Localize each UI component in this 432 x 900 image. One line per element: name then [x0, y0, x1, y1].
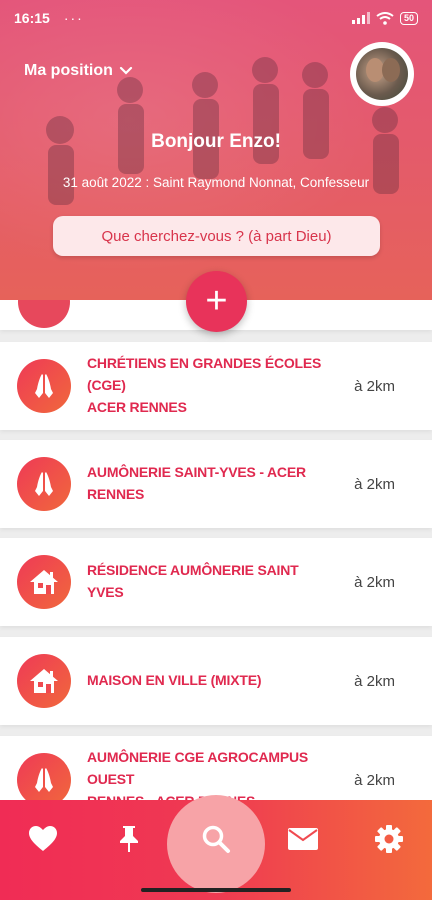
list-item-title: Chrétiens en Grandes Écoles (CGE) ACER R… [87, 353, 322, 418]
pin-icon [120, 826, 138, 852]
list-item-title: Résidence Aumônerie Saint Yves [87, 560, 322, 603]
status-bar: 16:15 ··· 50 [0, 0, 432, 36]
gear-icon [375, 825, 403, 853]
list-item-title-line2: ACER Rennes [87, 398, 187, 415]
header-banner: 16:15 ··· 50 Ma position Bonjour Enzo! 3… [0, 0, 432, 300]
list-item-title-line1: Chrétiens en Grandes Écoles (CGE) [87, 355, 322, 394]
avatar-photo [356, 48, 408, 100]
list-item-title-line1: Aumônerie Saint-Yves - ACER Rennes [87, 464, 306, 502]
results-list[interactable]: Chrétiens en Grandes Écoles (CGE) ACER R… [0, 300, 432, 800]
list-item-title: Aumônerie Saint-Yves - ACER Rennes [87, 462, 322, 505]
search-icon [202, 825, 230, 853]
list-item-title-line1: Résidence Aumônerie Saint Yves [87, 562, 299, 600]
praying-hands-icon [18, 300, 70, 328]
list-item[interactable]: Aumônerie CGE Agrocampus Ouest Rennes - … [0, 736, 432, 800]
chevron-down-icon [119, 66, 132, 75]
greeting: Bonjour Enzo! [151, 131, 281, 152]
nav-favorites[interactable] [13, 800, 73, 878]
list-item-distance: à 2km [354, 377, 395, 395]
position-selector[interactable]: Ma position [24, 62, 133, 80]
nav-pinned[interactable] [99, 800, 159, 878]
home-indicator[interactable] [141, 888, 291, 892]
avatar[interactable] [350, 42, 414, 106]
list-item[interactable]: Chrétiens en Grandes Écoles (CGE) ACER R… [0, 342, 432, 430]
house-icon [17, 654, 71, 708]
nav-search[interactable] [186, 800, 246, 878]
list-item-title: Aumônerie CGE Agrocampus Ouest Rennes - … [87, 747, 322, 800]
saint-of-the-day: 31 août 2022 : Saint Raymond Nonnat, Con… [62, 175, 370, 190]
list-item-distance: à 2km [354, 475, 395, 493]
search-button[interactable]: Que cherchez-vous ? (à part Dieu) [53, 216, 380, 256]
praying-hands-icon [17, 457, 71, 511]
wifi-icon [376, 11, 394, 25]
list-item-distance: à 2km [354, 672, 395, 690]
list-item-distance: à 2km [354, 573, 395, 591]
list-item-title-line1: Aumônerie CGE Agrocampus Ouest [87, 749, 309, 788]
bottom-navigation [0, 795, 432, 900]
signal-icon [351, 12, 370, 24]
house-icon [17, 555, 71, 609]
status-dots: ··· [63, 10, 84, 26]
praying-hands-icon [17, 753, 71, 800]
list-item[interactable]: Maison en Ville (mixte) à 2km [0, 637, 432, 725]
mail-icon [288, 828, 318, 850]
nav-messages[interactable] [273, 800, 333, 878]
list-item-title: Maison en Ville (mixte) [87, 670, 322, 692]
nav-settings[interactable] [359, 800, 419, 878]
list-item[interactable]: Résidence Aumônerie Saint Yves à 2km [0, 538, 432, 626]
status-time: 16:15 [14, 10, 50, 26]
position-label: Ma position [24, 62, 113, 79]
list-item-title-line1: Maison en Ville (mixte) [87, 672, 262, 689]
battery-icon: 50 [399, 11, 418, 25]
heart-icon [29, 826, 57, 851]
list-item-distance: à 2km [354, 771, 395, 789]
status-icons: 50 [351, 11, 418, 25]
add-button[interactable]: + [186, 271, 247, 332]
list-item[interactable]: Aumônerie Saint-Yves - ACER Rennes à 2km [0, 440, 432, 528]
praying-hands-icon [17, 359, 71, 413]
